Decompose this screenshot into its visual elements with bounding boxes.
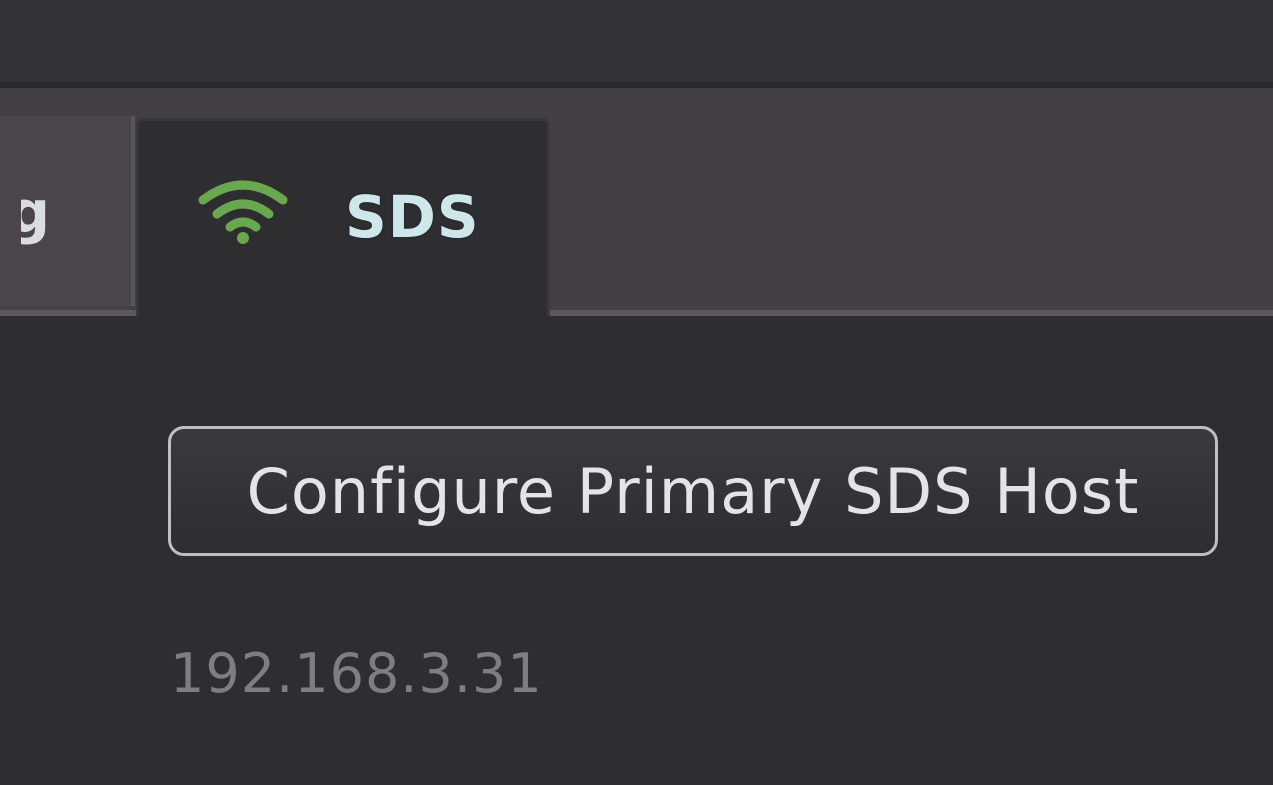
tab-bar: ng SDS xyxy=(0,88,1273,318)
wifi-signal-icon xyxy=(197,176,289,246)
tab-sds[interactable]: SDS xyxy=(136,118,550,318)
tab-sds-label: SDS xyxy=(345,183,480,251)
tab-previous-label: ng xyxy=(21,178,51,246)
configure-primary-sds-host-button[interactable]: Configure Primary SDS Host xyxy=(168,426,1218,556)
sds-panel: Configure Primary SDS Host 192.168.3.31 xyxy=(0,316,1273,785)
top-toolbar-strip xyxy=(0,0,1273,88)
tab-previous[interactable]: ng xyxy=(0,116,135,306)
app-window: ng SDS Configure Primary SDS Host 192.16… xyxy=(0,0,1273,785)
primary-host-ip: 192.168.3.31 xyxy=(170,642,543,705)
